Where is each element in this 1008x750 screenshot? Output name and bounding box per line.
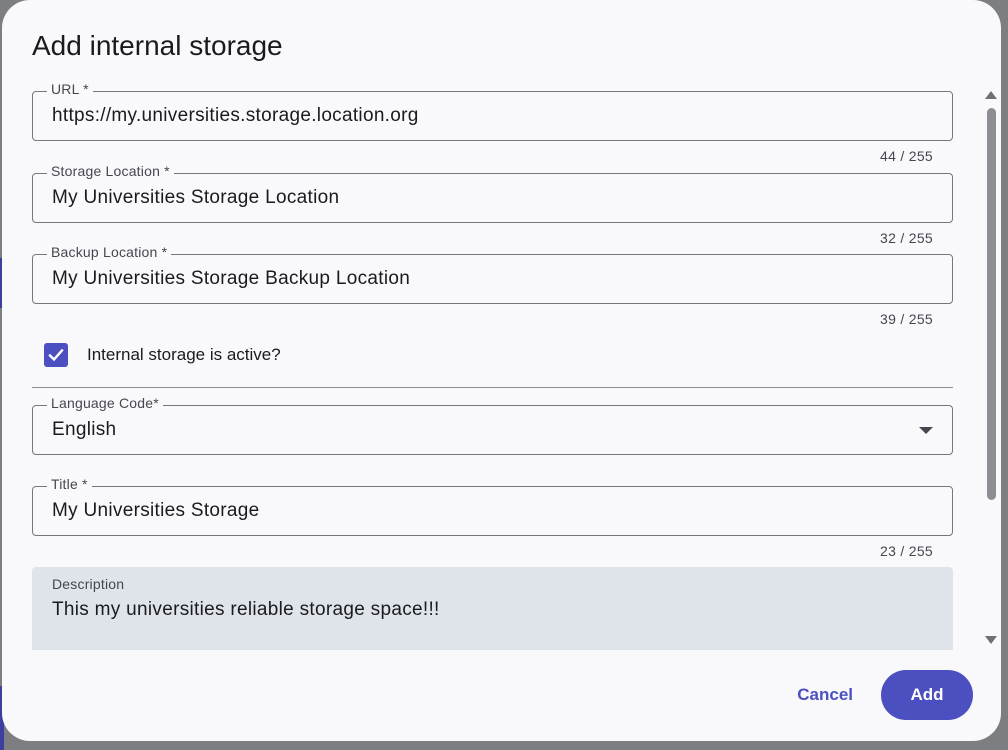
check-icon	[48, 348, 64, 362]
active-checkbox-label: Internal storage is active?	[87, 345, 281, 364]
storage-location-counter: 32 / 255	[880, 230, 933, 246]
backup-location-input[interactable]: My Universities Storage Backup Location	[52, 268, 410, 290]
url-label: URL *	[47, 81, 93, 97]
language-code-select[interactable]: Language Code* English	[32, 395, 953, 455]
url-field[interactable]: URL * https://my.universities.storage.lo…	[32, 81, 953, 141]
active-checkbox[interactable]	[44, 343, 68, 367]
language-code-value: English	[52, 419, 117, 440]
add-storage-dialog: Add internal storage URL * https://my.un…	[2, 0, 1001, 741]
backup-location-counter: 39 / 255	[880, 311, 933, 327]
add-button[interactable]: Add	[881, 670, 973, 720]
dialog-form: URL * https://my.universities.storage.lo…	[2, 78, 1001, 650]
cancel-button[interactable]: Cancel	[773, 673, 877, 717]
language-code-label: Language Code*	[47, 395, 163, 411]
description-field[interactable]: Description This my universities reliabl…	[32, 567, 953, 650]
arrow-up-icon[interactable]	[985, 91, 997, 99]
dialog-actions: Cancel Add	[773, 670, 973, 720]
storage-location-input[interactable]: My Universities Storage Location	[52, 187, 339, 209]
divider	[32, 387, 953, 388]
title-label: Title *	[47, 476, 92, 492]
backup-location-label: Backup Location *	[47, 244, 172, 260]
backup-location-field[interactable]: Backup Location * My Universities Storag…	[32, 244, 953, 304]
title-field[interactable]: Title * My Universities Storage	[32, 476, 953, 536]
dialog-title: Add internal storage	[32, 30, 283, 61]
url-input[interactable]: https://my.universities.storage.location…	[52, 105, 419, 127]
url-counter: 44 / 255	[880, 148, 933, 164]
scrollbar-thumb[interactable]	[987, 108, 996, 500]
arrow-down-icon[interactable]	[985, 636, 997, 644]
description-label: Description	[52, 576, 125, 592]
description-textarea[interactable]: This my universities reliable storage sp…	[52, 599, 440, 621]
storage-location-field[interactable]: Storage Location * My Universities Stora…	[32, 163, 953, 223]
active-checkbox-row[interactable]: Internal storage is active?	[44, 342, 281, 368]
storage-location-label: Storage Location *	[47, 163, 174, 179]
title-input[interactable]: My Universities Storage	[52, 500, 260, 522]
title-counter: 23 / 255	[880, 543, 933, 559]
caret-down-icon[interactable]	[919, 427, 933, 434]
dialog-scrollbar[interactable]	[982, 88, 998, 650]
